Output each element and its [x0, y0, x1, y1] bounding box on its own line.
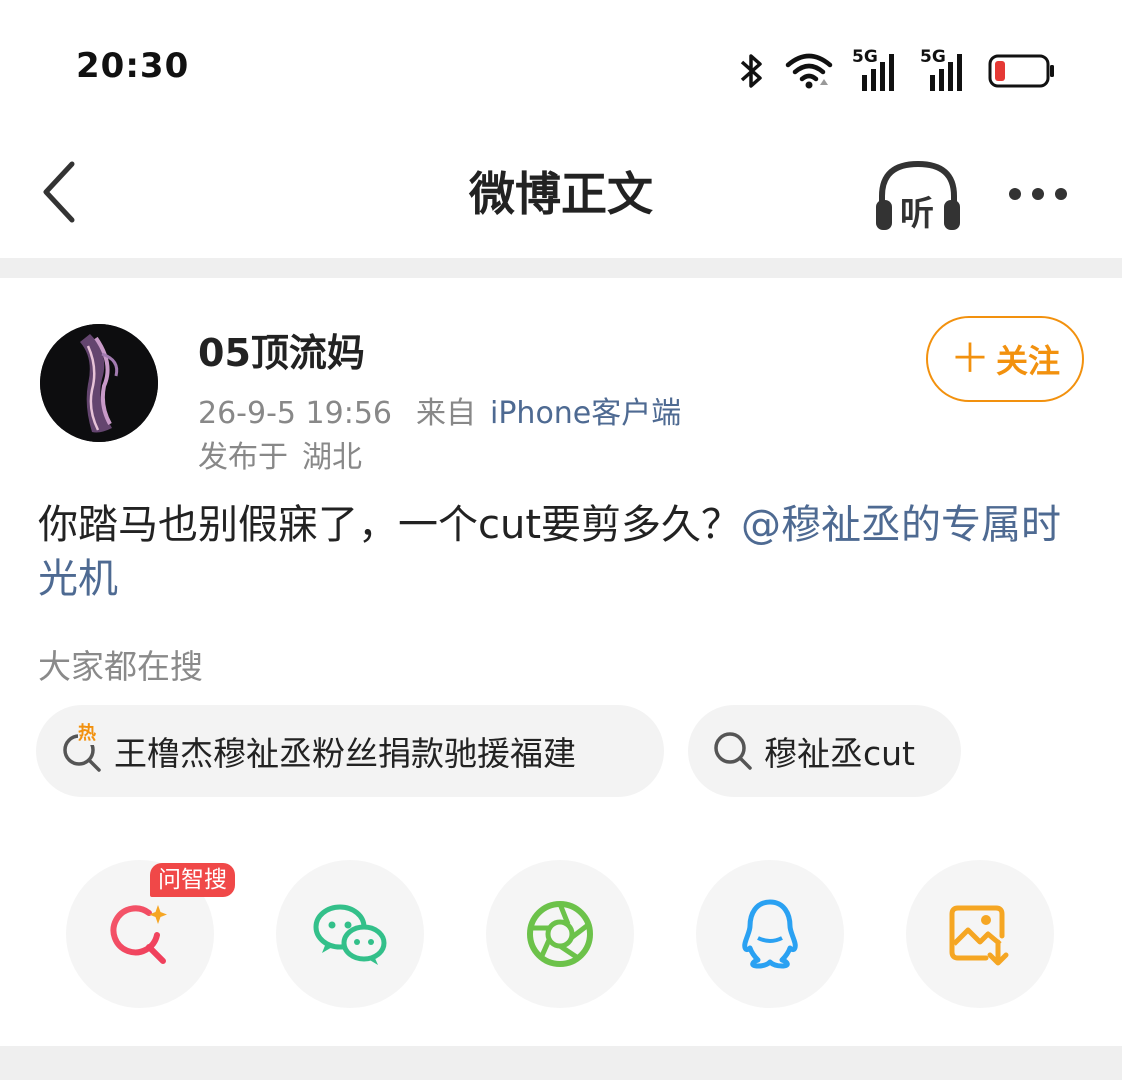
- bottom-divider: [0, 1046, 1122, 1080]
- ai-search-badge: 问智搜: [150, 863, 235, 897]
- listen-label: 听: [900, 194, 934, 234]
- source-label: 来自: [416, 396, 476, 431]
- wifi-icon: [785, 53, 833, 89]
- status-bar: 20:30 5G 5G: [0, 0, 1122, 130]
- bluetooth-icon: [740, 54, 762, 88]
- wechat-share-button[interactable]: [276, 860, 424, 1008]
- wechat-icon: [313, 904, 387, 965]
- avatar-image: [40, 324, 158, 442]
- nav-bar: 微博正文 听: [0, 130, 1122, 258]
- qq-icon: [742, 899, 798, 969]
- moments-icon: [527, 901, 593, 967]
- dot-icon: [1009, 188, 1021, 200]
- post-location: 发布于 湖北: [198, 432, 362, 476]
- search-chip-hot[interactable]: 热 王橹杰穆祉丞粉丝捐款驰援福建: [36, 705, 664, 797]
- status-time: 20:30: [76, 46, 190, 86]
- qq-share-button[interactable]: [696, 860, 844, 1008]
- trending-search-label: 大家都在搜: [38, 647, 203, 686]
- search-chip[interactable]: 穆祉丞cut: [688, 705, 961, 797]
- timestamp: 26-9-5 19:56: [198, 396, 392, 431]
- signal-5g-icon: 5G: [852, 47, 902, 93]
- search-chip-label: 穆祉丞cut: [764, 734, 915, 773]
- post-meta: 26-9-5 19:56 来自 iPhone客户端: [198, 388, 681, 432]
- hot-badge: 热: [78, 723, 96, 745]
- post-text: 你踏马也别假寐了，一个cut要剪多久？@穆祉丞的专属时光机: [38, 498, 1088, 606]
- post-body: 你踏马也别假寐了，一个cut要剪多久？: [38, 502, 742, 548]
- signal-5g-icon: 5G: [920, 47, 970, 93]
- search-icon: [714, 732, 752, 770]
- hot-search-icon: 热: [60, 723, 104, 773]
- save-image-icon: [949, 905, 1009, 966]
- dot-icon: [1032, 188, 1044, 200]
- moments-share-button[interactable]: [486, 860, 634, 1008]
- search-chip-label: 王橹杰穆祉丞粉丝捐款驰援福建: [114, 734, 576, 773]
- save-image-button[interactable]: [906, 860, 1054, 1008]
- plus-icon: ＋: [949, 336, 990, 382]
- location-value: 湖北: [302, 440, 362, 475]
- more-button[interactable]: [998, 166, 1078, 222]
- follow-button[interactable]: ＋ 关注: [926, 316, 1084, 402]
- follow-label: 关注: [995, 342, 1060, 380]
- avatar[interactable]: [40, 324, 158, 442]
- dot-icon: [1055, 188, 1067, 200]
- username[interactable]: 05顶流妈: [198, 322, 365, 377]
- listen-button[interactable]: 听: [872, 156, 964, 236]
- location-label: 发布于: [198, 440, 288, 475]
- ai-search-icon: [110, 905, 167, 964]
- battery-low-icon: [988, 54, 1054, 88]
- section-divider: [0, 258, 1122, 278]
- source-link[interactable]: iPhone客户端: [490, 396, 681, 431]
- status-icons: 5G 5G: [736, 46, 1056, 96]
